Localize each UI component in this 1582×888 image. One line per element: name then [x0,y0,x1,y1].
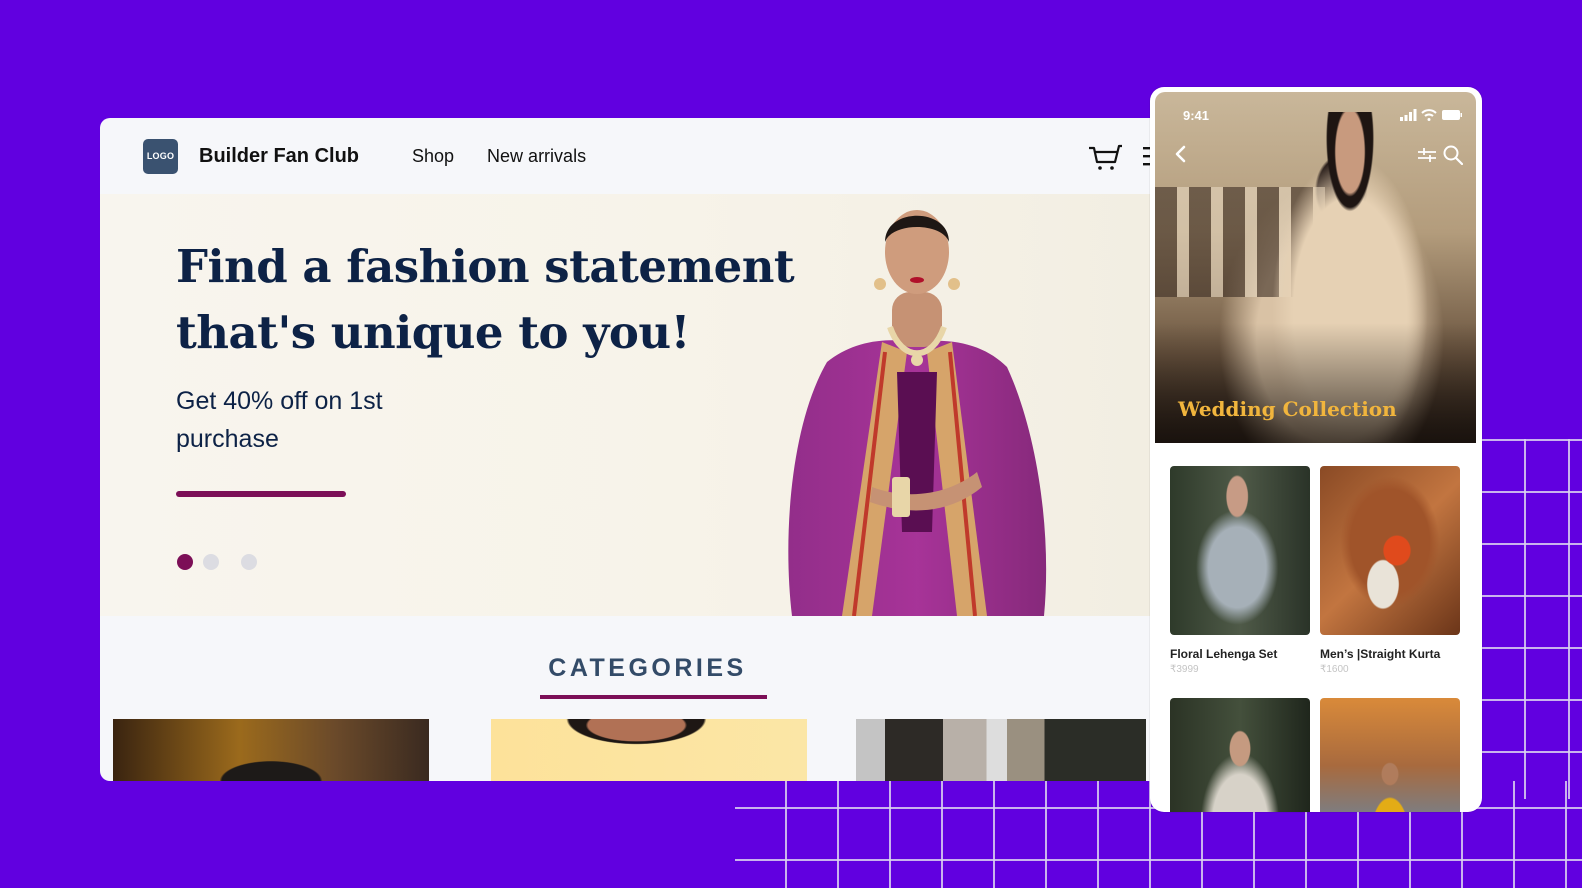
back-icon[interactable] [1173,145,1189,163]
carousel-dot[interactable] [203,554,219,570]
carousel-dot[interactable] [177,554,193,570]
status-time: 9:41 [1183,108,1210,123]
collection-banner[interactable]: 9:41 Wedding Collection [1155,92,1476,443]
product-card[interactable]: Men’s |Straight Kurta ₹1600 [1320,466,1460,675]
nav-link-shop[interactable]: Shop [412,146,454,167]
product-image[interactable] [1320,698,1460,812]
nav-link-new-arrivals[interactable]: New arrivals [487,146,586,167]
brand-name[interactable]: Builder Fan Club [199,145,359,168]
collection-title: Wedding Collection [1178,397,1397,421]
search-icon[interactable] [1443,145,1463,165]
product-name: Floral Lehenga Set [1170,647,1278,661]
category-card[interactable] [113,719,429,781]
product-price: ₹3999 [1170,664,1199,675]
product-image[interactable] [1320,466,1460,635]
filter-icon[interactable] [1418,147,1436,163]
banner-gradient [1155,323,1476,443]
carousel-dot[interactable] [241,554,257,570]
product-image[interactable] [1170,698,1310,812]
hero-model-image [788,210,1047,616]
product-card[interactable] [1170,698,1310,812]
carousel-dots [177,554,257,570]
product-image[interactable] [1170,466,1310,635]
status-icons [1400,109,1462,121]
hero-accent-bar [176,491,346,497]
top-nav: LOGO Builder Fan Club Shop New arrivals [100,118,1160,194]
cart-icon[interactable] [1088,140,1122,172]
product-price: ₹1600 [1320,664,1349,675]
desktop-preview: LOGO Builder Fan Club Shop New arrivals … [100,118,1160,781]
hero-title: Find a fashion statement that's unique t… [176,240,795,359]
categories-underline [540,695,767,699]
hero-subtitle: Get 40% off on 1st purchase [176,387,383,453]
product-name: Men’s |Straight Kurta [1320,647,1441,661]
mobile-preview: 9:41 Wedding Collection Floral Lehenga S… [1150,87,1482,812]
background-grid [1482,439,1582,799]
categories-title: CATEGORIES [548,654,747,682]
logo[interactable]: LOGO [143,138,178,174]
hero-banner: Find a fashion statement that's unique t… [100,194,1160,616]
product-card[interactable] [1320,698,1460,812]
product-card[interactable]: Floral Lehenga Set ₹3999 [1170,466,1310,675]
category-card[interactable] [491,719,807,781]
category-card[interactable] [856,719,1146,781]
